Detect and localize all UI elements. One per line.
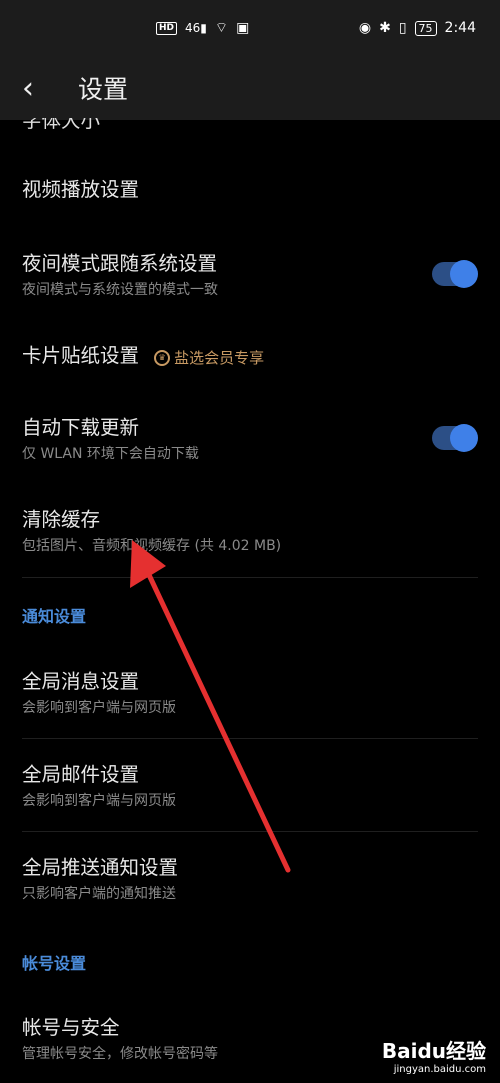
toggle-knob [450,260,478,288]
eye-icon: ◉ [358,20,372,36]
video-playback-setting-row[interactable]: 视频播放设置 [22,176,478,204]
section-label-account: 帐号设置 [22,954,87,973]
clear-cache-row[interactable]: 清除缓存 包括图片、音频和视频缓存 (共 4.02 MB) [22,506,478,556]
page-title: 设置 [78,75,129,104]
baidu-jingyan-logo: Baidu经验 [381,1039,486,1063]
back-arrow-icon[interactable]: ‹ [22,71,72,106]
row-title: 全局邮件设置 [22,763,140,786]
divider [22,577,478,578]
section-label-notify: 通知设置 [22,607,87,626]
row-title: 全局消息设置 [22,670,140,693]
divider [22,738,478,739]
global-mail-setting-row[interactable]: 全局邮件设置 会影响到客户端与网页版 [22,761,478,811]
row-subtitle: 会影响到客户端与网页版 [22,700,176,716]
auto-download-setting-row[interactable]: 自动下载更新 仅 WLAN 环境下会自动下载 [22,414,478,464]
vibrate-icon: ▯ [398,20,407,36]
row-subtitle: 会影响到客户端与网页版 [22,793,176,809]
cellular-signal-icon: 46▮ [185,21,207,35]
hd-icon: HD [156,21,178,35]
row-title: 卡片贴纸设置 [22,344,140,367]
app-notification-icon: ▣ [236,20,250,36]
toggle-knob [450,424,478,452]
row-title: 视频播放设置 [22,178,140,201]
row-subtitle: 夜间模式与系统设置的模式一致 [22,282,218,298]
wifi-icon: ⌔ [214,20,229,36]
row-subtitle: 只影响客户端的通知推送 [22,886,176,902]
crown-icon: ♛ [154,349,171,366]
global-message-setting-row[interactable]: 全局消息设置 会影响到客户端与网页版 [22,668,478,718]
row-title: 夜间模式跟随系统设置 [22,252,218,275]
row-title: 全局推送通知设置 [22,856,179,879]
watermark-url: jingyan.baidu.com [393,1064,486,1075]
night-mode-setting-row[interactable]: 夜间模式跟随系统设置 夜间模式与系统设置的模式一致 [22,250,478,300]
auto-download-toggle[interactable] [432,424,478,452]
night-mode-toggle[interactable] [432,260,478,288]
row-subtitle: 包括图片、音频和视频缓存 (共 4.02 MB) [22,538,282,554]
bluetooth-icon: ✱ [379,20,391,36]
row-subtitle: 仅 WLAN 环境下会自动下载 [22,446,199,462]
battery-icon: 75 [414,20,437,36]
watermark: Baidu经验 jingyan.baidu.com [382,1035,486,1075]
divider [22,831,478,832]
card-sticker-setting-row[interactable]: 卡片贴纸设置 ♛ 盐选会员专享 [22,342,478,370]
vip-badge-label: 盐选会员专享 [174,349,265,367]
status-bar: HD 46▮ ⌔ ▣ ◉ ✱ ▯ 75 2:44 [0,0,500,56]
row-title: 自动下载更新 [22,416,140,439]
vip-badge: ♛ 盐选会员专享 [154,347,264,368]
status-time: 2:44 [444,20,476,36]
global-push-setting-row[interactable]: 全局推送通知设置 只影响客户端的通知推送 [22,854,478,904]
app-header: ‹ 设置 [0,56,500,120]
row-title: 清除缓存 [22,508,101,531]
